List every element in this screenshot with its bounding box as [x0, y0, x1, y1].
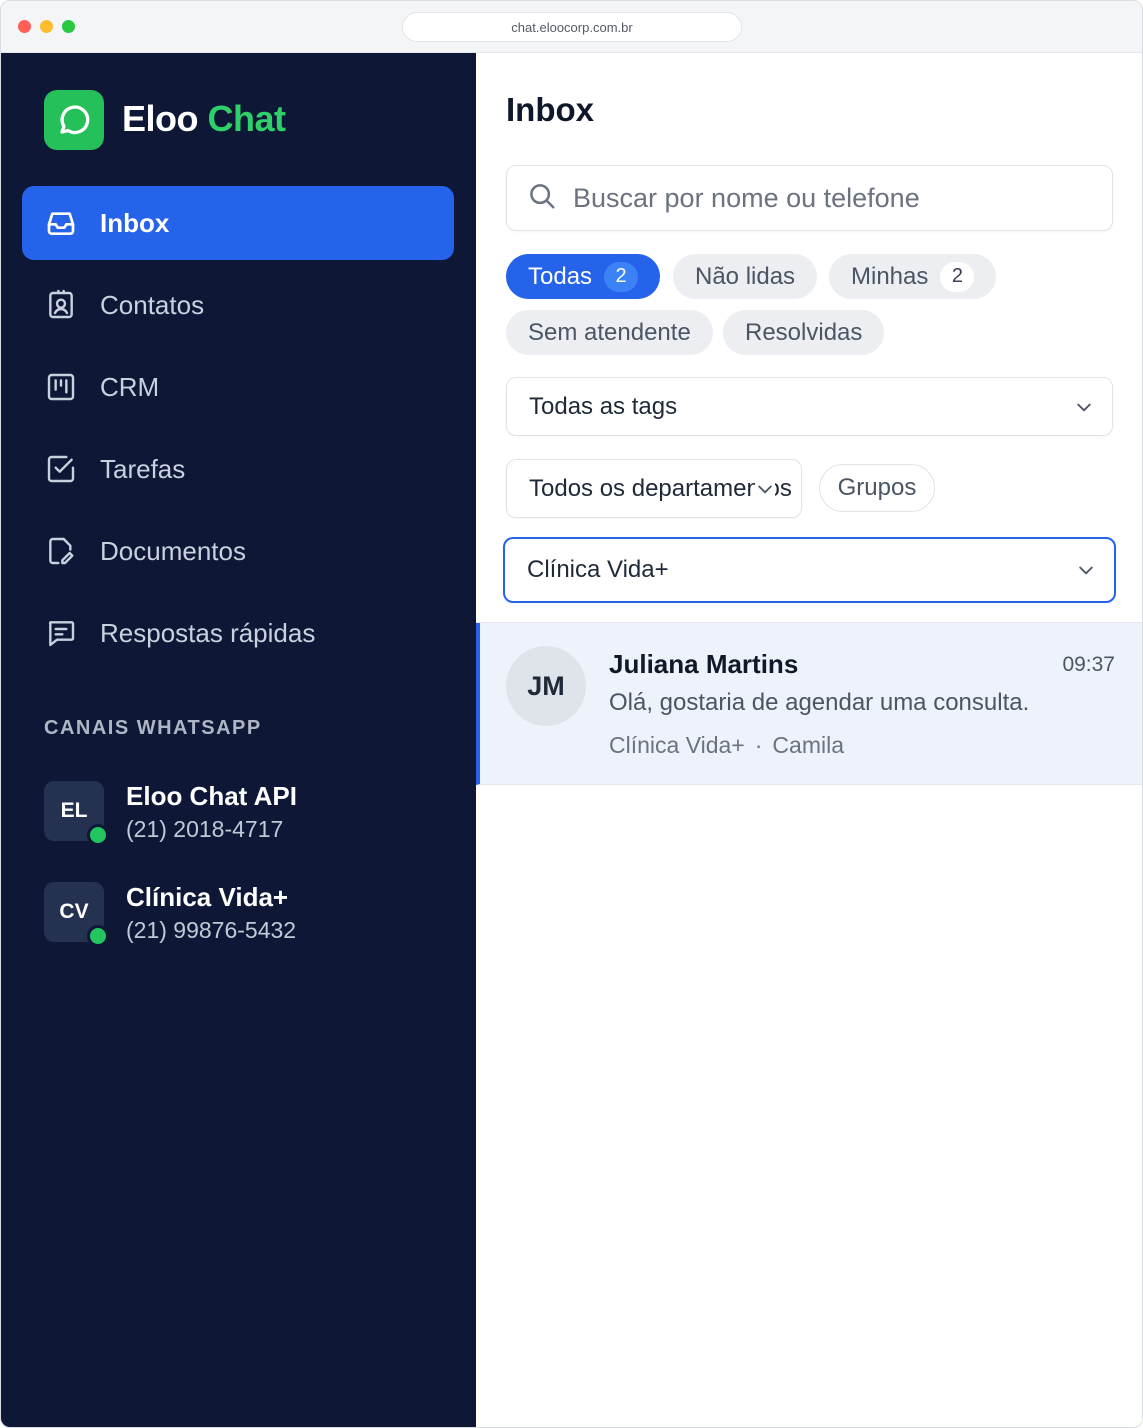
search-input[interactable]: Buscar por nome ou telefone: [506, 165, 1113, 231]
nav-label: Contatos: [100, 289, 205, 320]
channel-select[interactable]: Clínica Vida+: [503, 537, 1116, 603]
app-name: Eloo Chat: [122, 98, 286, 140]
channel-select-value: Clínica Vida+: [527, 556, 669, 583]
conversation-meta: Clínica Vida+ · Camila: [609, 732, 844, 759]
nav-label: Tarefas: [100, 453, 186, 484]
inbox-panel: Inbox Buscar por nome ou telefone Todas …: [476, 53, 1142, 1427]
address-bar[interactable]: chat.eloocorp.com.br: [402, 12, 742, 42]
checkbox-icon: [44, 452, 78, 486]
meta-separator: ·: [754, 732, 763, 758]
channels-section-title: CANAIS WHATSAPP: [44, 717, 262, 739]
conversation-channel: Clínica Vida+: [609, 732, 745, 758]
filter-label: Minhas: [851, 262, 929, 290]
departments-select[interactable]: Todos os departamentos: [506, 459, 802, 518]
app-name-part2: Chat: [207, 98, 287, 139]
close-window-button[interactable]: [18, 20, 31, 33]
browser-titlebar: chat.eloocorp.com.br: [1, 1, 1142, 53]
channel-name: Eloo Chat API: [126, 781, 297, 811]
nav-item-respostas-rapidas[interactable]: Respostas rápidas: [22, 596, 454, 670]
filter-label: Sem atendente: [528, 318, 691, 346]
filter-chip-sem-atendente[interactable]: Sem atendente: [506, 310, 713, 355]
tags-select-value: Todas as tags: [529, 392, 678, 420]
channel-phone: (21) 2018-4717: [126, 816, 284, 842]
chevron-down-icon: [1079, 566, 1093, 575]
filter-count-badge: 2: [604, 261, 639, 292]
minimize-window-button[interactable]: [40, 20, 53, 33]
nav-label: Inbox: [100, 207, 170, 238]
online-status-dot: [87, 824, 109, 846]
contact-card-icon: [44, 288, 78, 322]
chevron-down-icon: [755, 478, 775, 499]
nav-item-documentos[interactable]: Documentos: [22, 514, 454, 588]
document-edit-icon: [44, 534, 78, 568]
channel-item-clinica-vida[interactable]: CV Clínica Vida+ (21) 99876-5432: [44, 882, 444, 952]
kanban-icon: [44, 370, 78, 404]
nav-label: Documentos: [100, 535, 246, 566]
nav-item-crm[interactable]: CRM: [22, 350, 454, 424]
nav-label: CRM: [100, 371, 160, 402]
filter-chip-minhas[interactable]: Minhas 2: [829, 254, 997, 299]
filter-label: Não lidas: [695, 262, 796, 290]
filter-label: Resolvidas: [745, 318, 863, 346]
channel-name: Clínica Vida+: [126, 882, 289, 912]
nav-label: Respostas rápidas: [100, 617, 316, 648]
nav-item-inbox[interactable]: Inbox: [22, 186, 454, 260]
browser-window: chat.eloocorp.com.br Eloo Chat Inbox Con…: [0, 0, 1143, 1428]
app-name-part1: Eloo: [122, 98, 199, 139]
assigned-agent: Camila: [772, 732, 844, 758]
filter-chip-resolvidas[interactable]: Resolvidas: [723, 310, 885, 355]
conversation-item[interactable]: JM Juliana Martins 09:37 Olá, gostaria d…: [476, 623, 1142, 785]
search-placeholder: Buscar por nome ou telefone: [573, 182, 920, 213]
tags-select[interactable]: Todas as tags: [506, 377, 1113, 436]
filter-count-badge: 2: [940, 261, 975, 292]
sidebar: Eloo Chat Inbox Contatos CRM Tarefas Doc…: [1, 53, 476, 1427]
online-status-dot: [87, 925, 109, 947]
message-square-icon: [44, 616, 78, 650]
channel-item-eloo-chat-api[interactable]: EL Eloo Chat API (21) 2018-4717: [44, 781, 444, 851]
nav-item-contatos[interactable]: Contatos: [22, 268, 454, 342]
search-icon: [527, 181, 557, 216]
app-logo-icon: [44, 90, 104, 150]
channel-phone: (21) 99876-5432: [126, 917, 297, 943]
maximize-window-button[interactable]: [62, 20, 75, 33]
departments-select-value: Todos os departamentos: [529, 474, 792, 502]
filter-chip-nao-lidas[interactable]: Não lidas: [673, 254, 818, 299]
groups-toggle-button[interactable]: Grupos: [819, 464, 935, 512]
chevron-down-icon: [1077, 403, 1091, 411]
filter-label: Todas: [528, 262, 593, 290]
filter-chip-todas[interactable]: Todas 2: [506, 254, 661, 299]
inbox-icon: [44, 206, 78, 240]
nav-item-tarefas[interactable]: Tarefas: [22, 432, 454, 506]
contact-avatar: JM: [506, 646, 586, 726]
message-time: 09:37: [1062, 653, 1115, 676]
page-title: Inbox: [506, 91, 594, 128]
contact-name: Juliana Martins: [609, 649, 799, 679]
message-preview: Olá, gostaria de agendar uma consulta.: [609, 689, 1030, 716]
